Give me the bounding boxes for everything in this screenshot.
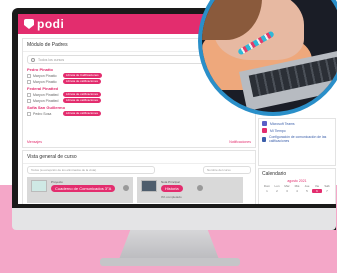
filter-dropdown[interactable]: Todos (a excepción de los eliminados de … [27,166,155,174]
course-menu-icon[interactable] [197,185,203,191]
mi-tiempo-link[interactable]: Mi Tiempo [262,128,332,133]
podi-logo-icon [24,19,34,29]
student-checkbox[interactable] [27,73,31,78]
course-progress: 0% completado [161,195,182,199]
student-checkbox[interactable] [27,92,31,97]
student-name: Maryon Pinatto [33,79,57,84]
teams-icon [262,121,267,126]
clock-icon [262,128,267,133]
course-thumbnail [141,180,157,192]
student-checkbox[interactable] [27,98,31,103]
modulo-footer: Mensajes Notificaciones [27,140,251,144]
course-name[interactable]: Cuaderno de Comunicados 3°A [51,185,116,192]
calendar-day[interactable]: 3 [282,189,292,193]
course-menu-icon[interactable] [123,185,129,191]
calendar-day[interactable]: 1 [262,189,272,193]
calendar-day[interactable]: 7 [322,189,332,193]
student-checkbox[interactable] [27,111,31,116]
course-list: Proyecto Cuaderno de Comunicados 3°A Not… [27,177,251,203]
config-label: Configuración de comunicación de las cal… [269,135,327,143]
course-card[interactable]: Proyecto Cuaderno de Comunicados 3°A [27,177,133,203]
weekday: Mié [294,184,300,188]
calendar-day[interactable]: 2 [272,189,282,193]
gradebook-button[interactable]: Libreta de Calificaciones [63,73,102,78]
student-row: Maryon Pinatted Libreta de calificacione… [27,98,251,103]
calendar-day[interactable]: 4 [292,189,302,193]
calendar-month: agosto 2021 [287,179,307,183]
gradebook-button[interactable]: Libreta de calificaciones [63,111,102,116]
weekday: Sáb [324,184,330,188]
student-name: Maryon Pinatto [33,73,57,78]
calendar-day[interactable]: 5 [302,189,312,193]
student-row: Pedro Sosa Libreta de calificaciones [27,111,251,116]
notifications-link[interactable]: Notificaciones [229,140,251,144]
calendar-card: Calendario agosto 2021 Dom Lun Mar Mié J… [258,168,336,204]
mi-tiempo-label: Mi Tiempo [270,128,286,133]
calendar-day-today[interactable]: 6 [312,189,322,193]
course-thumbnail [31,180,47,192]
right-links-card: Microsoft Teams Mi Tiempo Configuración … [258,118,336,166]
course-search-placeholder: Todos los cursos [38,57,65,62]
search-icon [31,57,35,62]
student-name: Pedro Sosa [33,111,52,116]
settings-icon [262,136,267,142]
school-name: Sofia San Guillermo [27,105,66,110]
gradebook-button[interactable]: Libreta de calificaciones [63,98,102,103]
brand-name: podi [37,17,65,31]
weekday: Vie [314,184,320,188]
config-link[interactable]: Configuración de comunicación de las cal… [262,135,332,143]
teams-label: Microsoft Teams [270,121,295,126]
weekday: Dom [263,184,271,188]
teams-link[interactable]: Microsoft Teams [262,121,332,126]
course-card[interactable]: Nota Principal Historia 0% completado [137,177,243,203]
gradebook-button[interactable]: Libreta de calificaciones [63,92,102,97]
monitor-chin [12,208,336,230]
vista-general-card: Vista general de curso Todos (a excepció… [22,150,256,204]
weekday: Jue [304,184,310,188]
course-name[interactable]: Historia [161,185,183,192]
calendar-title: Calendario [262,171,287,177]
course-category: Proyecto [51,180,63,184]
student-checkbox[interactable] [27,79,31,84]
brand-logo[interactable]: podi [24,17,64,31]
student-row: Maryon Pinatted Libreta de calificacione… [27,92,251,97]
student-name: Maryon Pinatted [33,98,59,103]
sort-dropdown[interactable]: Nombre del curso [203,166,251,174]
monitor-foot [100,258,240,266]
course-category: Nota Principal [161,180,180,184]
weekday: Lun [274,184,280,188]
messages-link[interactable]: Mensajes [27,140,42,144]
calendar-grid: Dom Lun Mar Mié Jue Vie Sáb 1 2 3 4 5 6 … [262,184,332,193]
weekday: Mar [284,184,290,188]
vista-title: Vista general de curso [23,151,255,164]
vista-filters: Todos (a excepción de los eliminados de … [27,166,251,174]
gradebook-button[interactable]: Libreta de calificaciones [63,79,102,84]
student-name: Maryon Pinatted [33,92,59,97]
